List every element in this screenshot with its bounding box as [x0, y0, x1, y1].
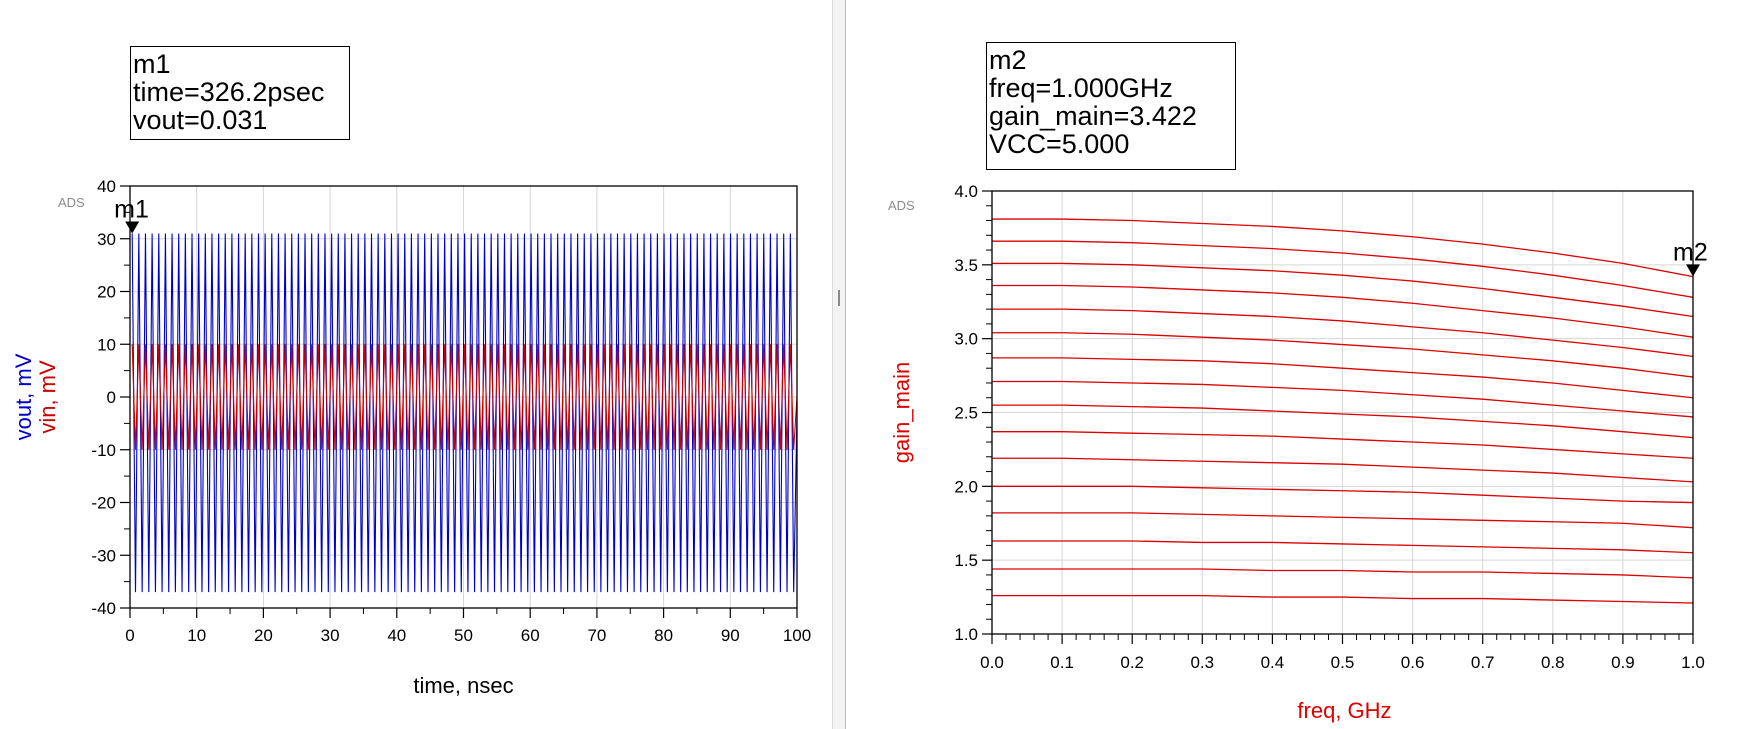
x-tick-label: 0 [125, 626, 134, 645]
x-tick-label: 0.7 [1471, 653, 1495, 672]
y-tick-label: 3.5 [954, 256, 978, 275]
x-tick-label: 0.6 [1401, 653, 1425, 672]
time-domain-chart[interactable]: ADS 0 10 20 30 40 50 60 70 80 90 100 -40 -30 -20 -10 0 10… [0, 0, 832, 729]
x-tick-label: 0.1 [1050, 653, 1074, 672]
y-tick-label: -30 [91, 546, 116, 565]
x-axis-title: time, nsec [413, 673, 513, 698]
y-tick-label: 1.0 [954, 625, 978, 644]
y-tick-label: 10 [97, 335, 116, 354]
x-tick-label: 0.9 [1611, 653, 1635, 672]
y-tick-label: 2.5 [954, 404, 978, 423]
series-line-vout [131, 233, 798, 593]
y-axis-title-vin: vin, mV [35, 360, 60, 434]
splitter-grip-icon[interactable] [838, 290, 840, 306]
x-tick-label: 80 [654, 626, 673, 645]
x-axis-title: freq, GHz [1297, 698, 1391, 723]
x-tick-label: 60 [521, 626, 540, 645]
x-tick-label: 20 [254, 626, 273, 645]
x-tick-label: 0.3 [1190, 653, 1214, 672]
marker-m1-label: m1 [114, 195, 149, 223]
window-splitter[interactable] [832, 0, 846, 729]
y-tick-label: -20 [91, 494, 116, 513]
left-plot-panel: m1 time=326.2psec vout=0.031 ADS 0 10 20 30 4… [0, 0, 832, 729]
gain-vs-frequency-chart[interactable]: ADS 0.0 0.1 0.2 0.3 0.4 0.5 0.6 0.7 0.8 0.9 1.0 1.0 1… [846, 0, 1740, 729]
x-tick-label: 0.2 [1120, 653, 1144, 672]
x-tick-label: 90 [721, 626, 740, 645]
y-tick-label: 20 [97, 283, 116, 302]
ads-logo-tag: ADS [58, 195, 85, 210]
marker-m2-label: m2 [1673, 238, 1708, 266]
y-axis-title-vout: vout, mV [11, 353, 36, 440]
x-tick-label: 0.8 [1541, 653, 1565, 672]
x-tick-label: 0.4 [1261, 653, 1285, 672]
x-tick-label: 10 [187, 626, 206, 645]
x-tick-label: 70 [587, 626, 606, 645]
x-tick-label: 0.0 [980, 653, 1004, 672]
x-tick-label: 30 [321, 626, 340, 645]
ads-logo-tag: ADS [888, 198, 915, 213]
y-tick-label: 30 [97, 230, 116, 249]
y-tick-label: -10 [91, 441, 116, 460]
y-tick-label: 40 [97, 177, 116, 196]
y-axis-title: gain_main [889, 362, 914, 464]
y-tick-label: -40 [91, 599, 116, 618]
right-plot-panel: m2 freq=1.000GHz gain_main=3.422 VCC=5.0… [846, 0, 1740, 729]
x-tick-label: 100 [783, 626, 811, 645]
splitter-edge [832, 0, 833, 729]
x-tick-label: 0.5 [1331, 653, 1355, 672]
x-tick-label: 1.0 [1681, 653, 1705, 672]
y-tick-label: 4.0 [954, 182, 978, 201]
y-tick-label: 0 [107, 388, 116, 407]
x-tick-label: 50 [454, 626, 473, 645]
y-tick-label: 2.0 [954, 477, 978, 496]
y-tick-label: 1.5 [954, 551, 978, 570]
y-tick-label: 3.0 [954, 330, 978, 349]
x-tick-label: 40 [387, 626, 406, 645]
